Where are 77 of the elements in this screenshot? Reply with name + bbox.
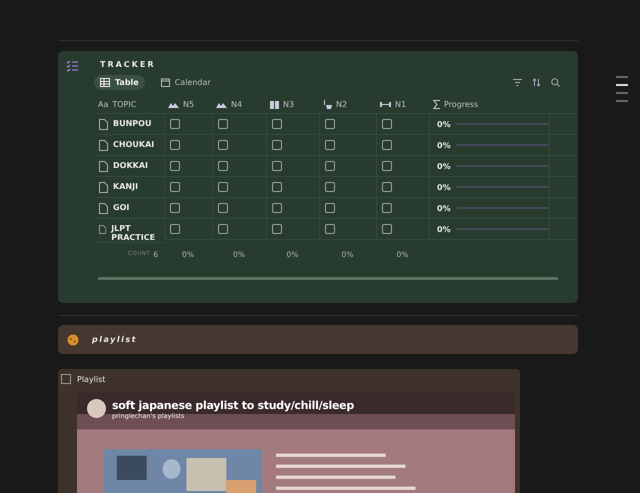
calendar-icon — [160, 78, 170, 87]
toggle-label[interactable]: Playlist — [77, 374, 106, 384]
progress-percent: 0% — [437, 182, 451, 192]
topic-name[interactable]: KANJI — [113, 182, 138, 191]
progress-percent: 0% — [437, 162, 451, 170]
checkbox[interactable] — [272, 224, 282, 234]
page-icon — [99, 182, 108, 193]
view-tab[interactable]: Calendar — [154, 75, 217, 90]
checkbox[interactable] — [325, 182, 335, 192]
callout-text: playlist — [92, 335, 137, 344]
flask-icon — [323, 100, 332, 109]
sigma-icon — [433, 100, 440, 109]
column-label[interactable]: N5 — [183, 100, 194, 109]
column-label[interactable]: N2 — [336, 100, 348, 109]
cookie-icon — [67, 334, 79, 346]
checkbox[interactable] — [218, 224, 228, 234]
topic-name[interactable]: BUNPOU — [113, 119, 152, 128]
checkbox[interactable] — [272, 161, 282, 171]
progress-percent: 0% — [437, 224, 451, 234]
checkbox[interactable] — [170, 161, 180, 171]
checkbox[interactable] — [170, 182, 180, 192]
page-icon — [99, 119, 108, 130]
toggle-checkbox[interactable] — [61, 374, 71, 384]
topic-name[interactable]: GOI — [113, 203, 130, 212]
table-icon — [100, 78, 110, 87]
checkbox[interactable] — [272, 140, 282, 150]
checklist-icon — [66, 60, 78, 72]
column-label[interactable]: N4 — [231, 100, 242, 109]
checkbox[interactable] — [272, 182, 282, 192]
checkbox[interactable] — [218, 161, 228, 171]
checkbox[interactable] — [382, 224, 392, 234]
column-label[interactable]: Progress — [444, 100, 478, 109]
dumbbell-icon — [380, 101, 391, 108]
page-icon — [99, 140, 108, 151]
book-icon — [270, 100, 279, 108]
progress-percent: 0% — [437, 140, 451, 150]
checkbox[interactable] — [272, 119, 282, 129]
page-icon — [99, 161, 108, 172]
checkbox[interactable] — [325, 119, 335, 129]
progress-percent: 0% — [437, 120, 451, 128]
topic-name[interactable]: DOKKAI — [113, 161, 148, 170]
mountain-icon — [168, 101, 179, 108]
page-icon — [99, 203, 108, 214]
checkbox[interactable] — [218, 203, 228, 213]
checkbox[interactable] — [325, 161, 335, 171]
column-label[interactable]: N1 — [395, 100, 406, 109]
column-label[interactable]: TOPIC — [112, 100, 136, 109]
checkbox[interactable] — [382, 119, 392, 129]
outline-markers[interactable] — [616, 76, 628, 102]
sort-icon[interactable] — [532, 78, 541, 87]
database-title: TRACKER — [100, 60, 157, 69]
checkbox[interactable] — [272, 203, 282, 213]
checkbox[interactable] — [170, 119, 180, 129]
column-label[interactable]: N3 — [283, 100, 294, 109]
checkbox[interactable] — [382, 203, 392, 213]
text-type-icon: Aa — [98, 100, 108, 109]
checkbox[interactable] — [382, 140, 392, 150]
video-title[interactable]: soft japanese playlist to study/chill/sleep — [112, 399, 354, 412]
filter-icon[interactable] — [513, 79, 522, 86]
checkbox[interactable] — [170, 224, 180, 234]
checkbox[interactable] — [218, 140, 228, 150]
checkbox[interactable] — [325, 140, 335, 150]
topic-name[interactable]: CHOUKAI — [113, 140, 154, 149]
view-tab[interactable]: Table — [94, 75, 145, 90]
search-icon[interactable] — [551, 78, 560, 87]
checkbox[interactable] — [218, 119, 228, 129]
topic-name[interactable]: JLPT PRACTICE — [111, 224, 164, 242]
checkbox[interactable] — [325, 224, 335, 234]
mountain-icon — [216, 101, 227, 108]
checkbox[interactable] — [325, 203, 335, 213]
checkbox[interactable] — [382, 161, 392, 171]
progress-percent: 0% — [437, 204, 451, 212]
checkbox[interactable] — [382, 182, 392, 192]
checkbox[interactable] — [170, 203, 180, 213]
checkbox[interactable] — [170, 140, 180, 150]
page-icon — [99, 224, 106, 235]
checkbox[interactable] — [218, 182, 228, 192]
